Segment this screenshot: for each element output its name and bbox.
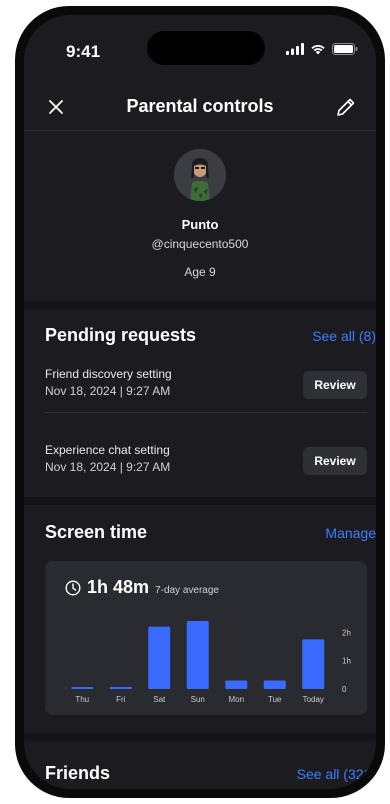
bar-tue[interactable] <box>263 680 286 690</box>
screen-time-title: Screen time <box>45 522 148 542</box>
system-icons <box>286 43 358 55</box>
screen-time-card[interactable]: 1h 48m 7-day average 0 1h 2h Thu Fri Sat Sun Mo… <box>45 561 367 715</box>
request-divider <box>45 412 367 413</box>
bar-sun[interactable] <box>186 621 209 689</box>
app-screen: 9:41 Parental controls Punto @cinquecent… <box>24 15 376 789</box>
avatar[interactable] <box>174 149 226 201</box>
x-tick-label: Sun <box>191 695 205 704</box>
profile-age: Age 9 <box>184 265 216 279</box>
profile-handle: @cinquecento500 <box>151 237 249 251</box>
profile-name: Punto <box>181 217 219 232</box>
section-separator <box>24 497 376 505</box>
y-tick-label: 2h <box>342 628 351 637</box>
pending-see-all-link[interactable]: See all (8) <box>312 328 376 344</box>
bar-mon[interactable] <box>225 680 248 690</box>
manage-link[interactable]: Manage <box>325 525 376 541</box>
x-tick-label: Fri <box>116 695 126 704</box>
request-item: Experience chat setting Nov 18, 2024 | 9… <box>45 443 367 475</box>
x-tick-label: Sat <box>153 695 166 704</box>
pending-requests-section: Pending requests See all (8) Friend disc… <box>24 309 376 497</box>
y-tick-label: 0 <box>342 685 347 694</box>
page-title: Parental controls <box>126 96 274 116</box>
profile-section: Punto @cinquecento500 Age 9 <box>24 131 376 301</box>
review-button[interactable]: Review <box>303 447 367 475</box>
friends-title: Friends <box>45 763 111 783</box>
signal-icon <box>286 43 304 55</box>
status-time: 9:41 <box>66 42 101 61</box>
navigation-bar: Parental controls <box>24 85 376 129</box>
review-button[interactable]: Review <box>303 371 367 399</box>
dynamic-island <box>147 31 265 65</box>
section-separator <box>24 733 376 741</box>
friends-see-all-link[interactable]: See all (321) <box>297 766 376 782</box>
friends-section: Friends See all (321) <box>24 741 376 789</box>
y-tick-label: 1h <box>342 657 351 666</box>
screen-time-chart: 0 1h 2h Thu Fri Sat Sun Mon Tue Today <box>71 621 351 704</box>
edit-pencil-icon[interactable] <box>334 95 358 119</box>
bar-thu[interactable] <box>71 687 94 689</box>
bar-sat[interactable] <box>148 626 171 689</box>
x-tick-label: Today <box>303 695 324 704</box>
status-bar: 9:41 <box>24 15 376 75</box>
section-separator <box>24 301 376 309</box>
phone-frame: 9:41 Parental controls Punto @cinquecent… <box>15 6 385 798</box>
bar-today[interactable] <box>302 639 325 689</box>
x-tick-label: Mon <box>228 695 244 704</box>
request-item: Friend discovery setting Nov 18, 2024 | … <box>45 367 367 399</box>
pending-requests-title: Pending requests <box>45 325 197 345</box>
x-tick-label: Thu <box>75 695 89 704</box>
bar-fri[interactable] <box>109 687 132 689</box>
x-tick-label: Tue <box>268 695 282 704</box>
battery-icon <box>332 43 358 55</box>
wifi-icon <box>311 44 325 55</box>
avatar-figure <box>174 149 226 201</box>
